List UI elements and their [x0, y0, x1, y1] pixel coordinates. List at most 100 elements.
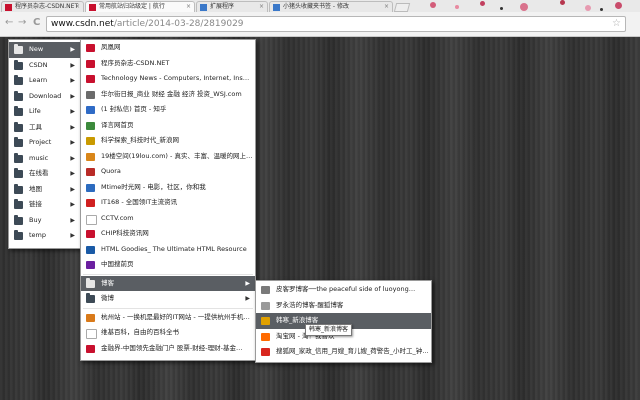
bookmarks-menu-item[interactable]: Project ▶ — [9, 135, 80, 151]
new-menu-item-label: 19楼空间(19lou.com) - 真实、丰富、温暖的网上… — [101, 151, 253, 160]
folder-icon — [14, 90, 23, 101]
new-menu-item-label: 博客 — [101, 278, 114, 287]
blog-menu-item[interactable]: 罗永浩的博客-醒狐博客 — [256, 298, 431, 314]
new-menu-item[interactable]: Quora — [81, 164, 255, 180]
new-menu-item-label: 科学探索_科技时代_新浪网 — [101, 136, 179, 144]
folder-icon — [14, 75, 23, 85]
bookmarks-menu-item[interactable]: Life ▶ — [9, 104, 80, 120]
new-menu-item[interactable]: 微博 ▶ — [81, 291, 255, 307]
blog-menu-item[interactable]: 搜狐网_家政_信用_月嫂_育儿嫂_荷警告_小时工_钟… — [256, 344, 431, 360]
folder-icon — [14, 44, 23, 54]
folder-icon — [14, 230, 23, 240]
close-icon[interactable]: × — [384, 2, 389, 12]
submenu-arrow-icon: ▶ — [70, 170, 75, 177]
folder-icon — [14, 183, 23, 194]
new-menu-item[interactable]: 程序员杂志-CSDN.NET — [81, 56, 255, 72]
new-menu-item[interactable]: 译言网首页 — [81, 118, 255, 134]
it168-icon — [86, 199, 95, 207]
close-icon[interactable]: × — [75, 2, 80, 12]
address-bar[interactable]: www.csdn.net/article/2014-03-28/2819029 … — [46, 16, 626, 32]
new-menu-item[interactable]: (1 封私信) 首页 - 知乎 — [81, 102, 255, 118]
new-menu-item[interactable]: Mtime时光网 - 电影，社区，你和我 — [81, 180, 255, 196]
close-icon[interactable]: × — [259, 2, 264, 12]
taobao-icon — [261, 332, 270, 341]
bookmarks-menu-item[interactable]: Download ▶ — [9, 89, 80, 105]
new-menu-item[interactable]: 杭州站 - 一换机是最好的IT网站 - 一提供杭州手机… — [81, 310, 255, 326]
tab-title: 常用航站归站级定 | 航行 — [99, 3, 165, 10]
new-menu-item[interactable]: 华尔街日报_商业 财经 金融 经济 投资_WSJ.com — [81, 87, 255, 103]
folder-icon — [14, 152, 23, 163]
tab-csdn[interactable]: 程序员杂志-CSDN.NET × — [1, 1, 84, 12]
new-menu-item[interactable]: 科学探索_科技时代_新浪网 — [81, 133, 255, 149]
blog-icon — [261, 286, 270, 294]
submenu-arrow-icon: ▶ — [70, 232, 75, 239]
submenu-arrow-icon: ▶ — [70, 77, 75, 84]
bookmarks-menu-item-label: 链接 — [29, 200, 42, 208]
tab-extensions[interactable]: 扩展程序 × — [196, 1, 268, 12]
new-menu-item[interactable]: 中国搜前页 — [81, 257, 255, 273]
ifeng-icon — [86, 44, 95, 52]
new-menu-item-label: 中国搜前页 — [101, 260, 134, 268]
browser-toolbar: ← → C www.csdn.net/article/2014-03-28/28… — [0, 12, 640, 37]
bookmarks-menu-item[interactable]: temp ▶ — [9, 228, 80, 244]
tab-bookmarks-editor[interactable]: 小猪头收藏夹书签 - 修改 × — [269, 1, 393, 12]
new-menu-item-label: Quora — [101, 167, 121, 175]
bookmark-star-icon[interactable]: ☆ — [612, 18, 621, 30]
sina-icon — [86, 137, 95, 145]
url-path: /article/2014-03-28/2819029 — [113, 19, 244, 29]
new-menu-item[interactable]: CHIP科技资讯网 — [81, 226, 255, 242]
new-menu-item[interactable]: HTML Goodies_ The Ultimate HTML Resource — [81, 242, 255, 258]
submenu-arrow-icon: ▶ — [70, 92, 75, 100]
csdn-icon — [86, 59, 95, 68]
bookmarks-menu-item-label: Learn — [29, 76, 48, 84]
new-menu-item[interactable]: 金融界-中国领先金融门户 股票-财经-理财-基金… — [81, 341, 255, 357]
bookmarks-menu-item[interactable]: CSDN ▶ — [9, 58, 80, 74]
bookmarks-menu-item-label: temp — [29, 231, 47, 239]
folder-icon — [14, 59, 23, 70]
submenu-arrow-icon: ▶ — [70, 108, 75, 115]
close-icon[interactable]: × — [186, 2, 191, 12]
doc-icon — [261, 301, 270, 310]
folder-icon — [14, 214, 23, 225]
new-menu-item-label: CHIP科技资讯网 — [101, 229, 149, 237]
bookmarks-menu-item[interactable]: Buy ▶ — [9, 213, 80, 229]
new-menu-item-label: 华尔街日报_商业 财经 金融 经济 投资_WSJ.com — [101, 89, 242, 98]
sina-blog-icon — [261, 317, 270, 325]
bookmarks-menu-item[interactable]: 在线看 ▶ — [9, 166, 80, 182]
bookmarks-menu-item[interactable]: music ▶ — [9, 151, 80, 167]
new-menu-item-label: 程序员杂志-CSDN.NET — [101, 58, 170, 67]
forward-button[interactable]: → — [18, 18, 26, 28]
hz-icon — [86, 313, 95, 322]
bookmarks-menu-item[interactable]: 地图 ▶ — [9, 182, 80, 198]
bookmarks-menu-list: New ▶ CSDN ▶ Learn ▶ Download ▶ Life ▶ 工具 ▶ Project ▶… — [9, 40, 80, 244]
bookmarks-menu-item[interactable]: 工具 ▶ — [9, 120, 80, 136]
new-menu-item[interactable]: CCTV.com — [81, 211, 255, 227]
new-menu-item-label: 维基百科，自由的百科全书 — [101, 328, 179, 336]
back-button[interactable]: ← — [5, 18, 13, 28]
new-menu-item-label: 译言网首页 — [101, 120, 134, 129]
new-menu-item[interactable]: IT168 - 全国领IT主流资讯 — [81, 195, 255, 211]
bookmarks-menu-item[interactable]: New ▶ — [9, 42, 80, 58]
new-menu-item[interactable]: Technology News - Computers, Internet, I… — [81, 71, 255, 87]
new-menu-item[interactable]: 博客 ▶ — [81, 275, 255, 291]
new-tab-button[interactable] — [393, 3, 411, 12]
bookmarks-menu-item[interactable]: Learn ▶ — [9, 73, 80, 89]
folder-icon — [86, 293, 95, 303]
blog-menu-item[interactable]: 皮客罗博客──the peaceful side of luoyong… — [256, 282, 431, 298]
new-menu-item[interactable]: 19楼空间(19lou.com) - 真实、丰富、温暖的网上… — [81, 149, 255, 165]
bookmarks-menu-item-label: CSDN — [29, 60, 48, 69]
new-menu-item[interactable]: 维基百科，自由的百科全书 — [81, 325, 255, 341]
new-menu-item-label: IT168 - 全国领IT主流资讯 — [101, 198, 178, 206]
menu-separator — [83, 273, 253, 275]
tab-strip: 程序员杂志-CSDN.NET × 常用航站归站级定 | 航行 × 扩展程序 × … — [0, 0, 640, 12]
new-menu-item-label: Mtime时光网 - 电影，社区，你和我 — [101, 182, 206, 191]
bookmarks-menu-item-label: 在线看 — [29, 169, 49, 177]
tab-active[interactable]: 常用航站归站级定 | 航行 × — [85, 1, 195, 12]
tab-title: 程序员杂志-CSDN.NET — [15, 3, 79, 10]
reload-button[interactable]: C — [33, 18, 40, 28]
new-menu-item[interactable]: 凤凰网 — [81, 40, 255, 56]
new-folder-list: 凤凰网程序员杂志-CSDN.NET Technology News - Compu… — [81, 40, 255, 356]
bookmarks-favicon-icon — [273, 4, 280, 11]
bookmarks-menu-item[interactable]: 链接 ▶ — [9, 197, 80, 213]
bookmark-tooltip: 韩寒_新浪博客 — [305, 324, 353, 336]
